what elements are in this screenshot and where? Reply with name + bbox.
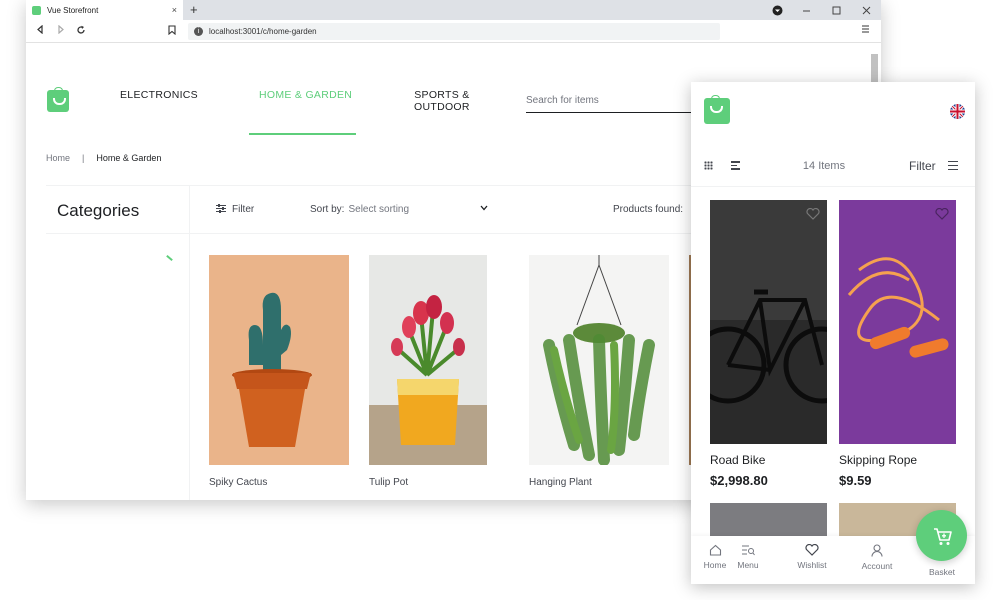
active-nav-underline — [249, 133, 356, 135]
product-image[interactable] — [839, 200, 956, 444]
heart-icon[interactable] — [806, 207, 820, 225]
tab-title: Vue Storefront — [47, 5, 99, 15]
nav-electronics[interactable]: ELECTRONICS — [120, 89, 198, 101]
bottom-nav-account[interactable]: Account — [853, 544, 901, 571]
basket-icon — [934, 528, 952, 545]
uk-flag-icon[interactable] — [950, 104, 965, 119]
window-close-icon[interactable] — [862, 0, 871, 20]
shopping-bag-logo-icon[interactable] — [47, 87, 69, 112]
back-icon[interactable] — [36, 24, 45, 37]
bottom-nav-label: Home — [703, 560, 727, 570]
url-input[interactable]: i localhost:3001/c/home-garden — [188, 23, 720, 40]
favicon-icon — [32, 5, 41, 15]
bottom-nav-label: Wishlist — [797, 560, 827, 570]
breadcrumb: Home | Home & Garden — [46, 153, 161, 163]
profile-icon[interactable] — [772, 0, 783, 20]
products-found: Products found: — [613, 204, 684, 215]
breadcrumb-home[interactable]: Home — [46, 153, 70, 163]
product-image[interactable] — [710, 200, 827, 444]
tab-close-icon[interactable]: × — [172, 5, 177, 15]
loading-spinner-icon — [166, 254, 173, 262]
product-name[interactable]: Road Bike — [710, 453, 765, 467]
nav-sports-outdoor[interactable]: SPORTS & OUTDOOR — [414, 89, 470, 113]
filter-button[interactable]: Filter — [216, 204, 254, 215]
sort-value: Select sorting — [348, 204, 410, 215]
bottom-nav-menu[interactable]: Menu — [724, 544, 772, 570]
product-name[interactable]: Skipping Rope — [839, 453, 917, 467]
bottom-nav-label: Account — [861, 561, 893, 571]
url-text: localhost:3001/c/home-garden — [209, 27, 317, 36]
mobile-view: 14 Items Filter Road Bike $2,998.80 Skip… — [691, 82, 975, 584]
product-price: $2,998.80 — [710, 473, 768, 488]
divider — [691, 186, 975, 187]
bookmark-icon[interactable] — [168, 25, 176, 38]
menu-icon — [742, 545, 755, 556]
search-input[interactable]: Search for items — [526, 95, 706, 113]
breadcrumb-current: Home & Garden — [96, 153, 162, 163]
shopping-bag-logo-icon[interactable] — [704, 95, 730, 124]
filter-icon — [216, 204, 226, 213]
divider — [189, 185, 190, 500]
chevron-down-icon — [480, 203, 488, 214]
bottom-nav-label: Menu — [737, 560, 759, 570]
product-price: $9.59 — [839, 473, 872, 488]
bottom-nav-basket[interactable]: Basket — [918, 567, 966, 577]
browser-menu-icon[interactable] — [862, 24, 869, 37]
product-name[interactable]: Hanging Plant — [529, 477, 592, 488]
reload-icon[interactable] — [76, 25, 86, 38]
bottom-nav-label: Basket — [929, 567, 955, 577]
search-placeholder: Search for items — [526, 95, 599, 106]
home-icon — [709, 544, 721, 556]
sort-select[interactable]: Sort by: Select sorting — [310, 204, 488, 215]
mobile-filter-button[interactable]: Filter — [909, 159, 936, 173]
sort-label: Sort by: — [310, 204, 345, 215]
heart-icon[interactable] — [935, 207, 949, 225]
minimize-icon[interactable] — [802, 0, 811, 20]
filter-icon[interactable] — [948, 161, 958, 172]
product-name[interactable]: Spiky Cactus — [209, 477, 267, 488]
account-icon — [871, 544, 883, 557]
basket-button[interactable] — [916, 510, 967, 561]
browser-tab[interactable]: Vue Storefront × — [26, 0, 183, 20]
filter-label: Filter — [232, 204, 255, 215]
product-name[interactable]: Tulip Pot — [369, 477, 408, 488]
site-info-icon[interactable]: i — [194, 27, 203, 36]
product-image[interactable] — [209, 255, 349, 465]
forward-icon[interactable] — [56, 24, 65, 37]
maximize-icon[interactable] — [832, 0, 841, 20]
heart-icon — [805, 544, 819, 556]
new-tab-button[interactable]: + — [190, 2, 198, 17]
categories-title: Categories — [57, 201, 140, 220]
product-image[interactable] — [529, 255, 669, 465]
breadcrumb-separator: | — [82, 153, 85, 163]
nav-home-garden[interactable]: HOME & GARDEN — [259, 89, 352, 101]
mobile-toolbar: 14 Items Filter — [691, 152, 975, 182]
product-image[interactable] — [369, 255, 487, 465]
tab-bar: Vue Storefront × + — [26, 0, 881, 20]
bottom-nav-wishlist[interactable]: Wishlist — [788, 544, 836, 570]
address-bar: i localhost:3001/c/home-garden — [26, 20, 881, 43]
